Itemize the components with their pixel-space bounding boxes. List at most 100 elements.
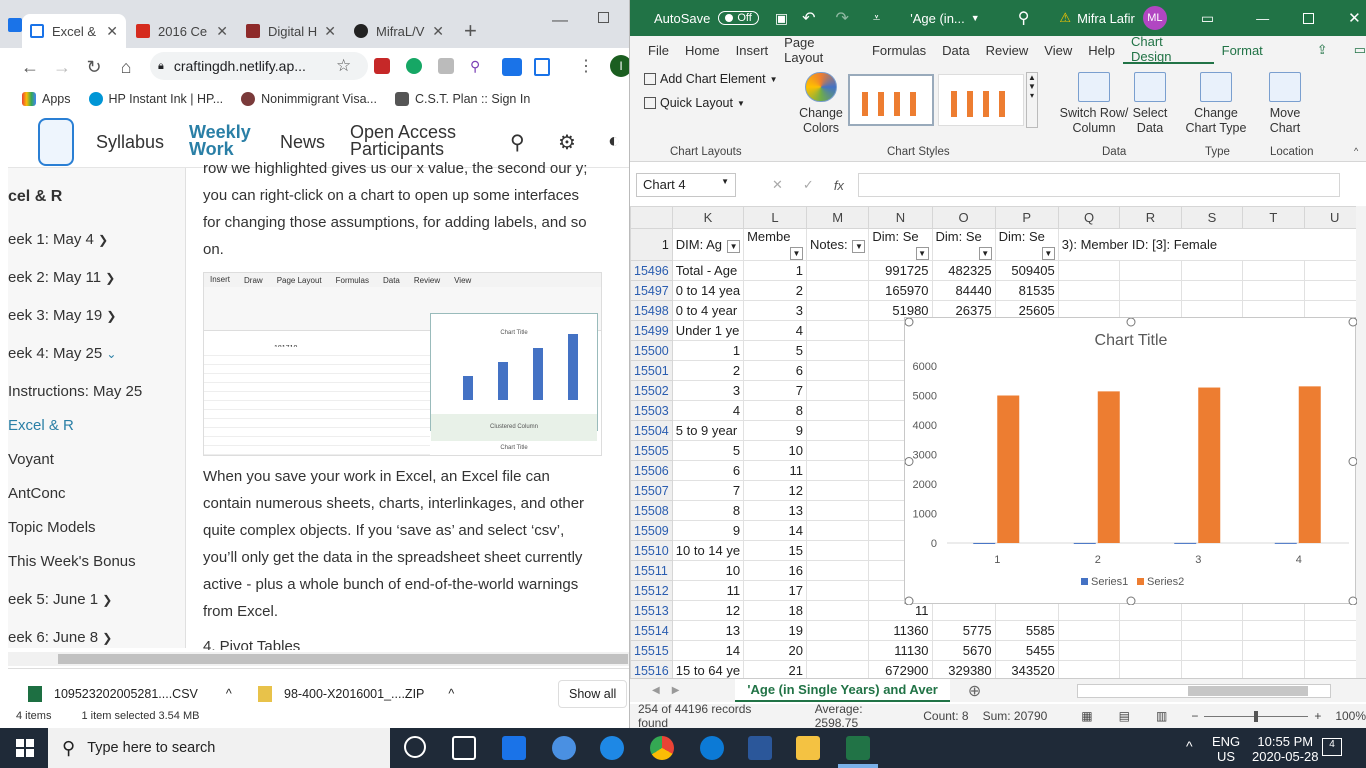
cell[interactable] xyxy=(1057,640,1121,661)
change-chart-type-button[interactable]: Change Chart Type xyxy=(1182,72,1250,136)
reload-icon[interactable]: ↻ xyxy=(78,51,110,83)
cell[interactable] xyxy=(1057,620,1121,641)
chrome-icon[interactable] xyxy=(650,736,674,760)
cell-k[interactable]: 8 xyxy=(671,500,745,521)
row-header[interactable]: 15499 xyxy=(630,320,673,341)
row-header[interactable]: 15508 xyxy=(630,500,673,521)
cell-l[interactable]: 1 xyxy=(743,260,807,281)
cell-m[interactable] xyxy=(805,540,870,561)
row-header[interactable]: 15505 xyxy=(630,440,673,461)
cancel-icon[interactable]: ✕ xyxy=(772,177,783,193)
chevron-up-icon[interactable]: ^ xyxy=(1186,738,1193,754)
tab-view[interactable]: View xyxy=(1036,36,1080,64)
download-item[interactable]: 98-400-X2016001_....ZIP ^ xyxy=(248,685,478,702)
cell-l[interactable]: 3 xyxy=(743,300,807,321)
cell[interactable] xyxy=(1180,280,1244,301)
back-icon[interactable]: ← xyxy=(14,51,46,83)
row-header[interactable]: 15507 xyxy=(630,480,673,501)
cell[interactable] xyxy=(1242,280,1305,301)
tab-excel[interactable]: Excel & ✕ xyxy=(22,14,126,48)
cell[interactable] xyxy=(1242,620,1305,641)
search-icon[interactable]: ⚲ xyxy=(470,58,480,75)
cell-m[interactable] xyxy=(805,600,870,621)
row-header[interactable]: 15502 xyxy=(630,380,673,401)
cell-n[interactable]: 991725 xyxy=(868,260,933,281)
cell-n[interactable]: 672900 xyxy=(868,660,933,678)
row-header[interactable]: 15510 xyxy=(630,540,673,561)
tab-review[interactable]: Review xyxy=(978,36,1037,64)
collapse-ribbon-icon[interactable]: ^ xyxy=(1354,146,1358,156)
cell-m[interactable] xyxy=(805,400,870,421)
cell-n[interactable]: 165970 xyxy=(868,280,933,301)
tab-file[interactable]: File xyxy=(640,36,677,64)
cell-k[interactable]: 7 xyxy=(671,480,745,501)
cell-m[interactable] xyxy=(805,380,870,401)
cell-l[interactable]: 20 xyxy=(743,640,807,661)
cell[interactable] xyxy=(1119,660,1182,678)
autosave-toggle[interactable]: Off xyxy=(718,11,759,25)
cell-l[interactable]: 2 xyxy=(743,280,807,301)
extension-icon[interactable]: ⋮ xyxy=(578,56,594,76)
cell-k[interactable]: 0 to 14 yea xyxy=(671,280,745,301)
row-header[interactable]: 15511 xyxy=(630,560,673,581)
cortana-icon[interactable] xyxy=(404,736,426,758)
minimize-icon[interactable]: — xyxy=(552,12,568,30)
prev-sheet-icon[interactable]: ◀ xyxy=(652,685,660,696)
cell[interactable] xyxy=(1057,280,1121,301)
cell-k[interactable]: 4 xyxy=(671,400,745,421)
quick-layout-button[interactable]: Quick Layout ▼ xyxy=(644,96,745,110)
row-header[interactable]: 15514 xyxy=(630,620,673,641)
cell-l[interactable]: 16 xyxy=(743,560,807,581)
grammarly-icon[interactable] xyxy=(406,58,422,74)
cell-m[interactable] xyxy=(805,660,870,678)
sidebar-item-week4[interactable]: eek 4: May 25 ⌄ xyxy=(8,345,116,362)
excel-icon[interactable] xyxy=(846,736,870,760)
row-header[interactable]: 15509 xyxy=(630,520,673,541)
cell-l[interactable]: 19 xyxy=(743,620,807,641)
close-icon[interactable]: ✕ xyxy=(324,23,336,40)
document-title[interactable]: 'Age (in... xyxy=(910,11,965,26)
cell-k[interactable]: 12 xyxy=(671,600,745,621)
row-header[interactable]: 15496 xyxy=(630,260,673,281)
cell-n[interactable]: 11360 xyxy=(868,620,933,641)
header-cell[interactable]: Notes: ▼ xyxy=(805,228,870,261)
tab-help[interactable]: Help xyxy=(1080,36,1123,64)
close-icon[interactable]: ✕ xyxy=(1348,9,1361,27)
sidebar-item-antconc[interactable]: AntConc xyxy=(8,485,66,502)
sidebar-item-week6[interactable]: eek 6: June 8 ❯ xyxy=(8,629,112,646)
column-header[interactable]: T xyxy=(1242,206,1305,229)
column-header[interactable]: Q xyxy=(1057,206,1121,229)
cell[interactable] xyxy=(1180,260,1244,281)
cell-l[interactable]: 5 xyxy=(743,340,807,361)
word-icon[interactable] xyxy=(748,736,772,760)
close-icon[interactable]: ✕ xyxy=(432,23,444,40)
cell-k[interactable]: 6 xyxy=(671,460,745,481)
cell-l[interactable]: 6 xyxy=(743,360,807,381)
cell-l[interactable]: 4 xyxy=(743,320,807,341)
cell-k[interactable]: 0 to 4 year xyxy=(671,300,745,321)
page-layout-icon[interactable]: ▤ xyxy=(1119,709,1130,723)
nav-news[interactable]: News xyxy=(280,132,325,153)
cell[interactable] xyxy=(1119,640,1182,661)
zoom-slider[interactable] xyxy=(1204,710,1309,722)
change-colors-button[interactable]: Change Colors xyxy=(794,72,848,136)
row-header[interactable]: 15506 xyxy=(630,460,673,481)
tab-digital[interactable]: Digital H ✕ xyxy=(238,14,344,48)
show-all-button[interactable]: Show all xyxy=(558,679,628,708)
column-header[interactable]: K xyxy=(671,206,745,229)
chrome-icon[interactable] xyxy=(552,736,576,760)
cell-l[interactable]: 10 xyxy=(743,440,807,461)
cell-l[interactable]: 13 xyxy=(743,500,807,521)
column-header[interactable]: P xyxy=(994,206,1059,229)
cell-l[interactable]: 12 xyxy=(743,480,807,501)
cell-p[interactable]: 5585 xyxy=(994,620,1059,641)
customize-icon[interactable]: ⩡ xyxy=(873,10,880,26)
file-explorer-icon[interactable] xyxy=(796,736,820,760)
cell-m[interactable] xyxy=(805,580,870,601)
next-sheet-icon[interactable]: ▶ xyxy=(672,685,680,696)
cell-m[interactable] xyxy=(805,340,870,361)
row-header[interactable]: 15512 xyxy=(630,580,673,601)
sidebar-item-week3[interactable]: eek 3: May 19 ❯ xyxy=(8,307,116,324)
cell-m[interactable] xyxy=(805,280,870,301)
comments-icon[interactable]: ▭ xyxy=(1354,42,1366,58)
